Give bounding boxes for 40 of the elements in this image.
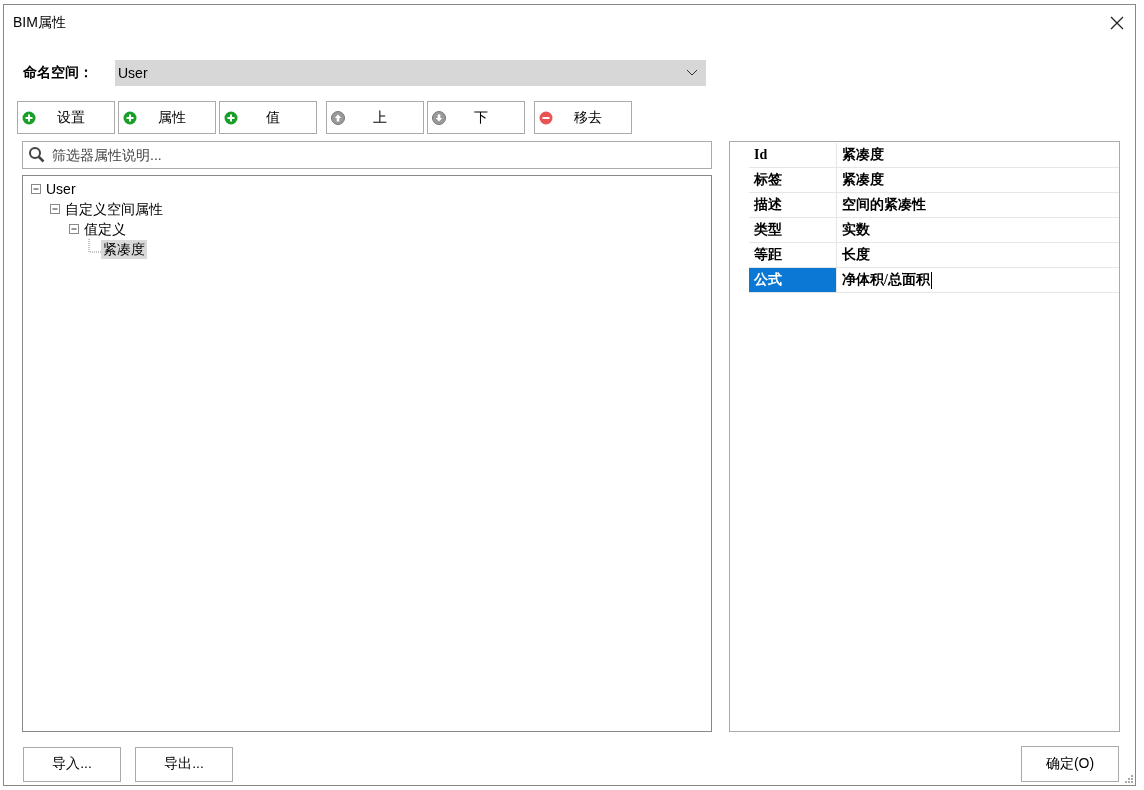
- window-title: BIM属性: [13, 14, 66, 32]
- namespace-label: 命名空间：: [23, 64, 94, 82]
- footer-button[interactable]: 导入...: [23, 746, 121, 782]
- footer-button[interactable]: 导出...: [135, 746, 233, 782]
- property-name[interactable]: 标签: [749, 168, 837, 193]
- text-cursor: [930, 271, 932, 289]
- minus-icon: [539, 110, 553, 125]
- property-name[interactable]: 公式: [749, 268, 837, 293]
- namespace-dropdown[interactable]: User: [115, 60, 706, 86]
- tree-item[interactable]: 值定义: [82, 219, 128, 239]
- resize-grip-icon[interactable]: [1122, 772, 1134, 784]
- plus-icon: [224, 110, 238, 125]
- plus-icon: [123, 110, 137, 125]
- property-value: 紧凑度: [837, 168, 1119, 193]
- toolbar-button[interactable]: 值: [219, 101, 317, 134]
- property-value: 空间的紧凑性: [837, 193, 1119, 218]
- property-name[interactable]: 描述: [749, 193, 837, 218]
- chevron-down-icon: [686, 69, 698, 77]
- tree-item[interactable]: 紧凑度: [101, 239, 147, 259]
- close-icon[interactable]: [1109, 15, 1125, 31]
- collapse-icon[interactable]: [31, 183, 42, 195]
- toolbar-button[interactable]: 属性: [118, 101, 216, 134]
- property-name[interactable]: 类型: [749, 218, 837, 243]
- property-value: 实数: [837, 218, 1119, 243]
- search-icon: [28, 146, 46, 164]
- tree-item[interactable]: User: [44, 179, 78, 199]
- toolbar-button[interactable]: 移去: [534, 101, 632, 134]
- property-value: 净体积/总面积: [837, 268, 1119, 293]
- toolbar-button[interactable]: 下: [427, 101, 525, 134]
- search-field[interactable]: 筛选器属性说明...: [22, 141, 712, 169]
- toolbar-button[interactable]: 上: [326, 101, 424, 134]
- toolbar-button[interactable]: 设置: [17, 101, 115, 134]
- tree-item[interactable]: 自定义空间属性: [63, 199, 165, 219]
- ok-button[interactable]: 确定(O): [1021, 746, 1119, 782]
- plus-icon: [22, 110, 36, 125]
- collapse-icon[interactable]: [50, 203, 61, 215]
- property-name[interactable]: Id: [749, 143, 837, 168]
- property-value: 长度: [837, 243, 1119, 268]
- collapse-icon[interactable]: [69, 223, 80, 235]
- property-value: 紧凑度: [837, 143, 1119, 168]
